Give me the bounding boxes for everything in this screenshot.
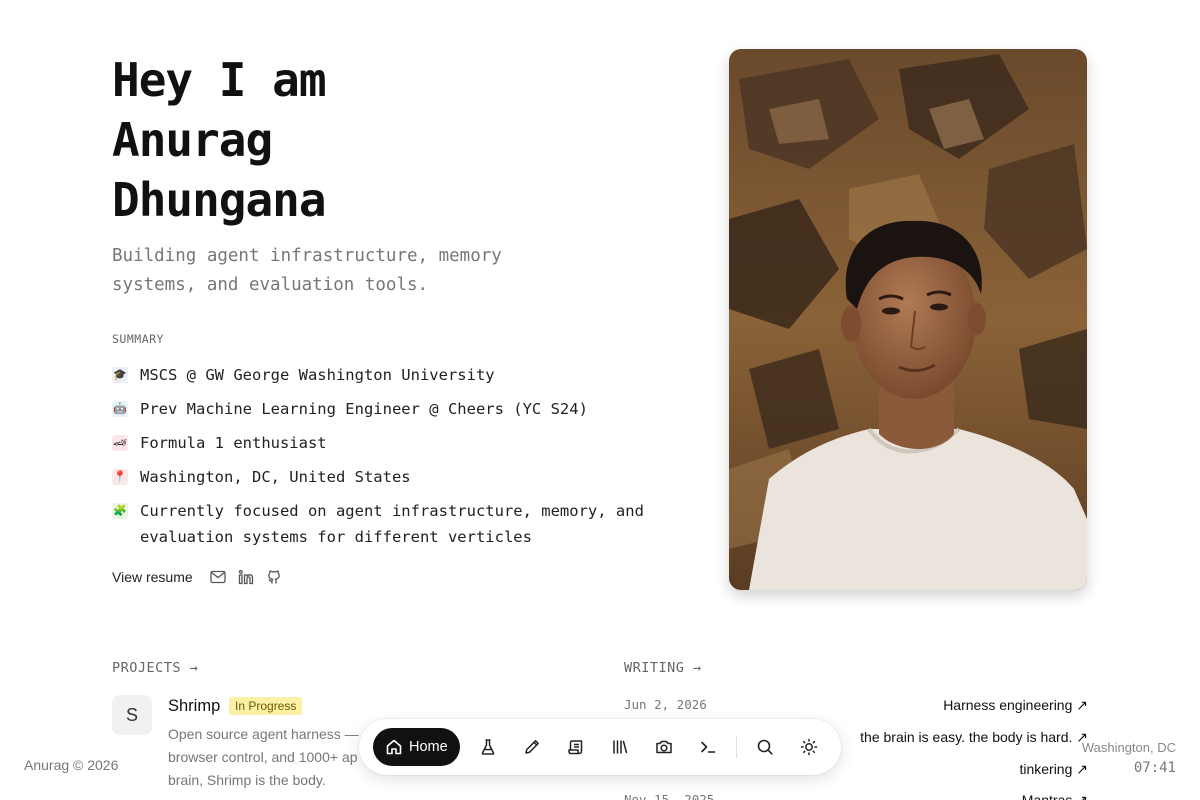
hero-subtitle: Building agent infrastructure, memory sy… <box>112 246 502 295</box>
footer-location: Washington, DC <box>1081 740 1176 755</box>
writing-title: the brain is easy. the body is hard. ↗ <box>860 729 1088 745</box>
race-car-icon: 🏎 <box>112 435 128 451</box>
profile-links: View resume <box>112 568 293 586</box>
summary-list: 🎓 MSCS @ GW George Washington University… <box>112 362 692 558</box>
writing-date: Nov 15, 2025 <box>624 792 715 800</box>
bottom-dock: Home <box>359 719 841 775</box>
writing-date: Jun 2, 2026 <box>624 697 707 712</box>
location-pin-icon: 📍 <box>112 469 128 485</box>
footer-clock: 07:41 <box>1133 760 1176 776</box>
dock-divider <box>735 736 737 758</box>
hero-title: Hey I am Anurag Dhungana <box>112 50 672 230</box>
home-button[interactable]: Home <box>373 728 460 766</box>
summary-item: 🏎 Formula 1 enthusiast <box>112 430 692 456</box>
footer-location-clock: Washington, DC 07:41 <box>1082 738 1176 778</box>
summary-item: 🎓 MSCS @ GW George Washington University <box>112 362 692 388</box>
search-icon[interactable] <box>743 728 787 766</box>
pencil-icon[interactable] <box>510 728 554 766</box>
linkedin-icon[interactable] <box>237 568 255 586</box>
summary-item: 🤖 Prev Machine Learning Engineer @ Cheer… <box>112 396 692 422</box>
hero-line-1: Hey I am <box>112 53 327 107</box>
lab-flask-icon[interactable] <box>466 728 510 766</box>
graduation-cap-icon: 🎓 <box>112 367 128 383</box>
footer-copyright: Anurag © 2026 <box>24 757 119 773</box>
writing-section-link[interactable]: WRITING → <box>624 660 702 676</box>
summary-item-text: Prev Machine Learning Engineer @ Cheers … <box>140 400 588 418</box>
project-name: Shrimp <box>168 697 221 715</box>
camera-icon[interactable] <box>642 728 686 766</box>
github-icon[interactable] <box>265 568 283 586</box>
summary-item: 🧩 Currently focused on agent infrastruct… <box>112 498 692 550</box>
scroll-icon[interactable] <box>554 728 598 766</box>
profile-photo <box>729 49 1087 590</box>
writing-item[interactable]: Jun 2, 2026 Harness engineering ↗ <box>624 697 1088 717</box>
hero-line-2: Anurag <box>112 113 273 167</box>
summary-label: SUMMARY <box>112 332 164 346</box>
terminal-icon[interactable] <box>686 728 730 766</box>
summary-item-text: Washington, DC, United States <box>140 468 411 486</box>
summary-item-text: Formula 1 enthusiast <box>140 434 327 452</box>
writing-title: Harness engineering ↗ <box>943 697 1088 713</box>
project-avatar: S <box>112 695 152 735</box>
writing-title: tinkering ↗ <box>1019 761 1088 777</box>
home-icon <box>386 739 402 755</box>
puzzle-piece-icon: 🧩 <box>112 503 128 519</box>
mail-icon[interactable] <box>209 568 227 586</box>
summary-item-text: Currently focused on agent infrastructur… <box>140 502 644 546</box>
summary-item: 📍 Washington, DC, United States <box>112 464 692 490</box>
status-badge: In Progress <box>229 697 303 715</box>
library-icon[interactable] <box>598 728 642 766</box>
home-label: Home <box>409 739 448 755</box>
writing-title: Mantras ↗ <box>1021 792 1088 800</box>
projects-section-link[interactable]: PROJECTS → <box>112 660 198 676</box>
summary-item-text: MSCS @ GW George Washington University <box>140 366 495 384</box>
view-resume-link[interactable]: View resume <box>112 569 193 585</box>
sun-icon[interactable] <box>787 728 831 766</box>
project-description: Open source agent harness — browser cont… <box>168 726 359 788</box>
writing-item[interactable]: Nov 15, 2025 Mantras ↗ <box>624 792 1088 800</box>
robot-icon: 🤖 <box>112 401 128 417</box>
hero-line-3: Dhungana <box>112 173 327 227</box>
